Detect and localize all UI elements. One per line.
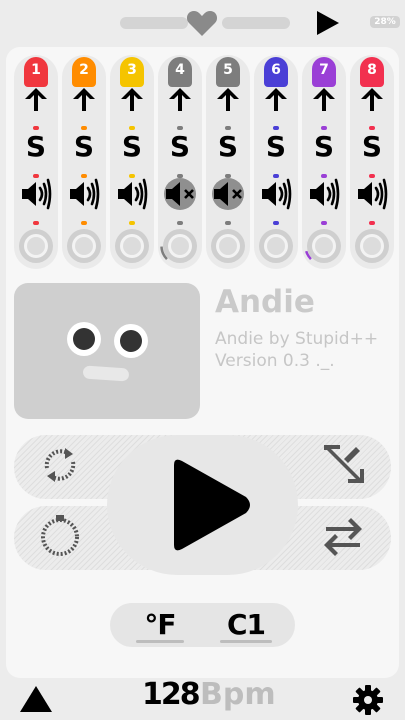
channel-4: 4 S [158, 55, 202, 269]
solo-button[interactable]: S [302, 129, 346, 165]
robot-face-icon [67, 322, 148, 382]
channel-5: 5 S [206, 55, 250, 269]
channel-unit-label: C1 [226, 608, 266, 641]
speaker-icon[interactable] [66, 177, 102, 211]
solo-button[interactable]: S [62, 129, 106, 165]
arrow-up-icon[interactable] [310, 85, 338, 113]
volume-knob[interactable] [351, 225, 393, 267]
channel-number-badge[interactable]: 7 [312, 57, 336, 87]
preset-avatar[interactable] [14, 283, 200, 419]
channel-2: 2 S [62, 55, 106, 269]
channel-number-badge[interactable]: 5 [216, 57, 240, 87]
unit-underline [220, 640, 272, 643]
solo-button[interactable]: S [254, 129, 298, 165]
arrow-up-icon[interactable] [118, 85, 146, 113]
arrow-up-icon[interactable] [166, 85, 194, 113]
swap-icon[interactable] [320, 513, 366, 559]
channel-3: 3 S [110, 55, 154, 269]
volume-knob[interactable] [303, 225, 345, 267]
channel-number-badge[interactable]: 6 [264, 57, 288, 87]
app-root: 28% 1 S 2 S 3 S 4 S 5 S 6 S 7 S 8 S Andi… [0, 0, 405, 720]
unit-toggle-group: °F C1 [110, 603, 295, 647]
channel-1: 1 S [14, 55, 58, 269]
solo-button[interactable]: S [350, 129, 394, 165]
volume-knob[interactable] [111, 225, 153, 267]
unit-underline [136, 640, 184, 643]
channel-8: 8 S [350, 55, 394, 269]
shuffle-icon[interactable] [320, 441, 366, 487]
arrow-up-icon[interactable] [262, 85, 290, 113]
solo-button[interactable]: S [14, 129, 58, 165]
loop-icon[interactable] [37, 442, 83, 488]
favorite-slider-left[interactable] [120, 17, 188, 29]
favorite-slider-right[interactable] [222, 17, 290, 29]
volume-knob[interactable] [207, 225, 249, 267]
play-icon [174, 459, 250, 551]
volume-knob[interactable] [15, 225, 57, 267]
main-play-button[interactable] [107, 435, 298, 575]
volume-knob[interactable] [159, 225, 201, 267]
volume-knob[interactable] [63, 225, 105, 267]
channel-number-badge[interactable]: 3 [120, 57, 144, 87]
speaker-icon[interactable] [114, 177, 150, 211]
channel-6: 6 S [254, 55, 298, 269]
preset-version: Version 0.3 ._. [215, 351, 335, 371]
arrow-up-icon[interactable] [358, 85, 386, 113]
top-bar: 28% [0, 0, 405, 46]
solo-button[interactable]: S [206, 129, 250, 165]
preset-author: Andie by Stupid++ [215, 329, 379, 349]
speaker-icon[interactable] [258, 177, 294, 211]
temperature-unit-button[interactable]: °F [120, 603, 200, 647]
gear-icon[interactable] [352, 684, 384, 716]
arrow-up-icon[interactable] [22, 85, 50, 113]
speaker-muted-icon[interactable] [162, 177, 198, 211]
solo-button[interactable]: S [158, 129, 202, 165]
solo-button[interactable]: S [110, 129, 154, 165]
heart-icon[interactable] [186, 9, 218, 37]
channel-strip: 1 S 2 S 3 S 4 S 5 S 6 S 7 S 8 S [14, 55, 394, 269]
volume-knob[interactable] [255, 225, 297, 267]
arrow-up-icon[interactable] [214, 85, 242, 113]
channel-unit-button[interactable]: C1 [206, 603, 286, 647]
metronome-icon[interactable] [18, 684, 54, 714]
speaker-muted-icon[interactable] [210, 177, 246, 211]
speaker-icon[interactable] [18, 177, 54, 211]
temperature-unit-label: °F [144, 608, 176, 641]
speaker-icon[interactable] [354, 177, 390, 211]
channel-number-badge[interactable]: 4 [168, 57, 192, 87]
speaker-icon[interactable] [306, 177, 342, 211]
tempo-value[interactable]: 128 [142, 677, 201, 712]
channel-number-badge[interactable]: 2 [72, 57, 96, 87]
channel-number-badge[interactable]: 1 [24, 57, 48, 87]
battery-indicator: 28% [370, 16, 400, 28]
play-icon[interactable] [313, 9, 341, 37]
channel-7: 7 S [302, 55, 346, 269]
arrow-up-icon[interactable] [70, 85, 98, 113]
preset-title: Andie [215, 284, 315, 320]
channel-number-badge[interactable]: 8 [360, 57, 384, 87]
tempo-unit: Bpm [200, 677, 276, 712]
record-icon[interactable] [37, 513, 83, 559]
